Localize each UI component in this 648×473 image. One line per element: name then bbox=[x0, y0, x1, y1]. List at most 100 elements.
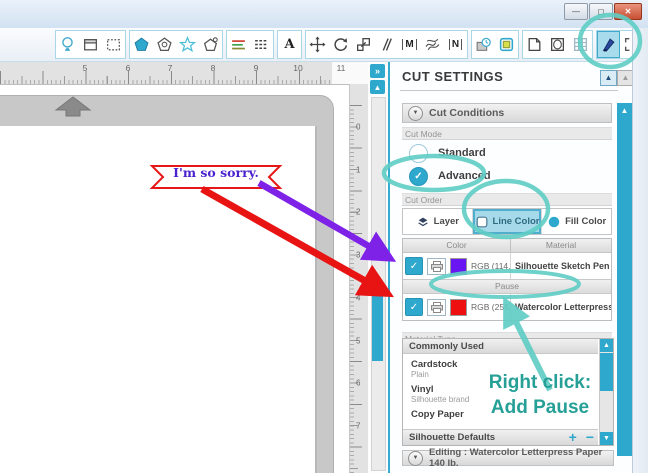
cut-order-label: Cut Order bbox=[402, 193, 612, 206]
panel-divider: » ▲ bbox=[368, 62, 388, 473]
row1-printer-icon[interactable] bbox=[427, 258, 446, 275]
canvas-scrollbar-thumb[interactable] bbox=[372, 288, 383, 361]
close-button[interactable]: ✕ bbox=[614, 3, 642, 20]
vertical-ruler: 01234567 bbox=[349, 84, 368, 473]
row1-material: Silhouette Sketch Pen bbox=[511, 261, 611, 271]
material-group-header: Commonly Used bbox=[403, 339, 598, 354]
page-fold-icon[interactable] bbox=[523, 31, 546, 58]
table-header: Color Material bbox=[403, 239, 611, 253]
tab-layer[interactable]: Layer bbox=[403, 209, 473, 234]
list-item-sub: Silhouette brand bbox=[411, 395, 469, 404]
design-canvas[interactable]: I'm so sorry. 56789101112 01234567 bbox=[0, 62, 368, 473]
row2-rgb-value: RGB (255,0,0) bbox=[471, 302, 510, 312]
toolbar-group-text: A bbox=[277, 30, 302, 59]
toolbar-group-linestyle bbox=[226, 30, 274, 59]
shear-icon[interactable] bbox=[375, 31, 398, 58]
window-controls: — ◻ ✕ bbox=[564, 3, 642, 20]
list-scroll-down-button[interactable]: ▼ bbox=[600, 432, 613, 445]
line-color-icon bbox=[475, 215, 489, 229]
clock-page-icon[interactable] bbox=[472, 31, 495, 58]
table-row[interactable]: ✓ RGB (255,0,0) Watercolor Letterpress P… bbox=[403, 294, 611, 320]
text-tool-icon[interactable]: A bbox=[278, 31, 301, 58]
material-column-header: Material bbox=[511, 239, 611, 252]
cut-conditions-header[interactable]: ▼ Cut Conditions bbox=[402, 103, 612, 123]
toolbar-group-document bbox=[55, 30, 126, 59]
toolbar-group-shapes bbox=[129, 30, 223, 59]
weld-icon[interactable] bbox=[421, 31, 444, 58]
layer-icon bbox=[416, 215, 430, 229]
toolbar-group-page bbox=[522, 30, 593, 59]
stamp-icon[interactable] bbox=[153, 31, 176, 58]
collapse-arrow-icon: ▼ bbox=[408, 451, 423, 466]
title-bar: — ◻ ✕ bbox=[0, 0, 648, 29]
grid-icon[interactable] bbox=[569, 31, 592, 58]
list-item[interactable]: Vinyl bbox=[411, 384, 434, 395]
pause-row[interactable]: Pause bbox=[403, 279, 611, 294]
main-toolbar: A M N bbox=[0, 28, 648, 62]
window-edge bbox=[632, 28, 648, 473]
tab-line-color[interactable]: Line Color bbox=[473, 209, 543, 234]
canvas-scrollbar[interactable] bbox=[371, 97, 386, 471]
pentagon-icon[interactable] bbox=[130, 31, 153, 58]
move-icon[interactable] bbox=[306, 31, 329, 58]
panel-pin-button[interactable]: ▲ bbox=[370, 80, 385, 94]
remove-material-button[interactable]: − bbox=[586, 429, 594, 445]
cut-order-table: Color Material ✓ RGB (114,20,255) Silhou… bbox=[402, 238, 612, 321]
row2-material: Watercolor Letterpress Paper 140 lb. bbox=[511, 302, 611, 312]
cut-settings-panel: CUT SETTINGS ▲ ▲ ▲ ▼ Cut Conditions Cut … bbox=[388, 62, 632, 473]
polygon-icon[interactable] bbox=[199, 31, 222, 58]
list-item-sub: Plain bbox=[411, 370, 429, 379]
panel-scroll-up-button[interactable]: ▲ bbox=[600, 70, 617, 86]
panel-scrollbar[interactable]: ▲ bbox=[617, 103, 632, 456]
collapse-arrow-icon: ▼ bbox=[408, 106, 423, 121]
material-add-remove: + − bbox=[569, 429, 594, 445]
horizontal-ruler: 56789101112 bbox=[0, 62, 368, 85]
toolbar-group-output bbox=[471, 30, 519, 59]
list-scroll-up-button[interactable]: ▲ bbox=[600, 339, 613, 352]
advanced-radio-checked[interactable]: ✓ bbox=[409, 167, 428, 186]
add-material-button[interactable]: + bbox=[569, 429, 577, 445]
banner-text[interactable]: I'm so sorry. bbox=[146, 165, 286, 180]
table-row[interactable]: ✓ RGB (114,20,255) Silhouette Sketch Pen bbox=[403, 253, 611, 279]
rotate-icon[interactable] bbox=[329, 31, 352, 58]
editing-section-header[interactable]: ▼ Editing : Watercolor Letterpress Paper… bbox=[402, 450, 614, 466]
row2-checkbox[interactable]: ✓ bbox=[405, 298, 423, 316]
editing-label: Editing : Watercolor Letterpress Paper 1… bbox=[429, 447, 613, 469]
list-scrollbar-thumb[interactable] bbox=[600, 353, 613, 391]
list-item[interactable]: Cardstock bbox=[411, 359, 457, 370]
page-icon[interactable] bbox=[79, 31, 102, 58]
row1-rgb-value: RGB (114,20,255) bbox=[471, 261, 510, 271]
fill-color-icon bbox=[547, 215, 561, 229]
row1-checkbox[interactable]: ✓ bbox=[405, 257, 423, 275]
tab-fill-color[interactable]: Fill Color bbox=[542, 209, 611, 234]
row1-color-swatch bbox=[450, 258, 467, 275]
cut-mode-label: Cut Mode bbox=[402, 127, 612, 140]
material-list-scrollbar[interactable]: ▲ ▼ bbox=[599, 339, 613, 445]
standard-radio[interactable] bbox=[409, 144, 428, 163]
mat-direction-arrow-icon bbox=[54, 95, 92, 119]
material-list: Commonly Used Cardstock Plain Vinyl Silh… bbox=[402, 338, 614, 446]
cut-settings-blade-icon[interactable] bbox=[597, 31, 620, 58]
minimize-button[interactable]: — bbox=[564, 3, 588, 20]
color-fill-icon[interactable] bbox=[495, 31, 518, 58]
hatch-n-icon[interactable]: N bbox=[444, 31, 467, 58]
mirror-icon[interactable]: M bbox=[398, 31, 421, 58]
cut-mode-advanced-option[interactable]: ✓ Advanced bbox=[402, 165, 612, 187]
maximize-button[interactable]: ◻ bbox=[589, 3, 613, 20]
list-item[interactable]: Copy Paper bbox=[411, 409, 464, 420]
line-style-icon[interactable] bbox=[227, 31, 250, 58]
page-oval-icon[interactable] bbox=[546, 31, 569, 58]
scrollbar-up-icon: ▲ bbox=[621, 106, 629, 115]
scale-icon[interactable] bbox=[352, 31, 375, 58]
draw-balloon-icon[interactable] bbox=[56, 31, 79, 58]
cut-mode-standard-option[interactable]: Standard bbox=[402, 142, 612, 164]
star-icon[interactable] bbox=[176, 31, 199, 58]
title-divider bbox=[400, 90, 618, 91]
dotted-page-icon[interactable] bbox=[102, 31, 125, 58]
row2-printer-icon[interactable] bbox=[427, 299, 446, 316]
panel-title: CUT SETTINGS bbox=[402, 69, 503, 84]
panel-collapse-button[interactable]: » bbox=[370, 64, 385, 78]
dash-style-icon[interactable] bbox=[250, 31, 273, 58]
cut-order-tabs: Layer Line Color Fill Color bbox=[402, 208, 612, 235]
row2-color-swatch bbox=[450, 299, 467, 316]
